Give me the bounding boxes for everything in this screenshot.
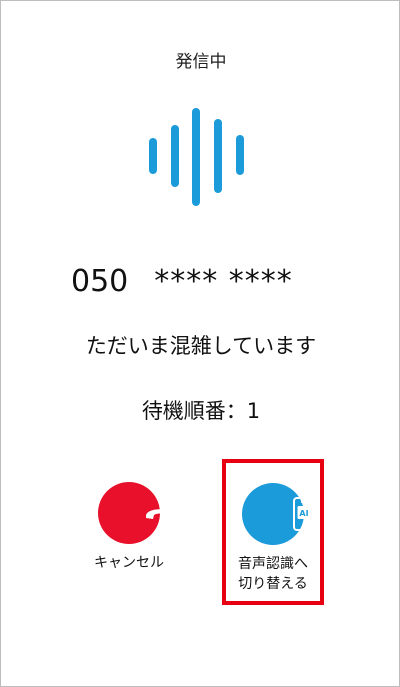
busy-message: ただいま混雑しています [85,334,317,358]
ai-phone-icon: AI [293,497,315,531]
cancel-circle[interactable] [98,482,174,544]
svg-text:AI: AI [299,509,308,518]
voice-waveform-icon [144,105,258,209]
hang-up-icon [146,509,174,519]
phone-number: 050 **** **** [71,264,293,299]
voice-recognition-label: 音声認識へ 切り替える [226,554,320,594]
switch-to-voice-recognition-button[interactable]: AI 音声認識へ 切り替える [222,459,324,605]
phone-screen: 発信中 050 **** **** ただいま混雑しています 待機順番：1 キャンセ… [0,0,400,687]
call-status: 発信中 [175,52,227,72]
voice-label-line2: 切り替える [238,576,308,592]
cancel-button[interactable]: キャンセル [89,482,174,573]
voice-label-line1: 音声認識へ [238,556,308,572]
number-prefix: 050 [71,264,129,299]
number-masked: **** **** [154,264,293,299]
queue-position: 待機順番：1 [141,399,261,423]
voice-recognition-circle[interactable]: AI [242,483,315,545]
cancel-label: キャンセル [94,555,164,571]
